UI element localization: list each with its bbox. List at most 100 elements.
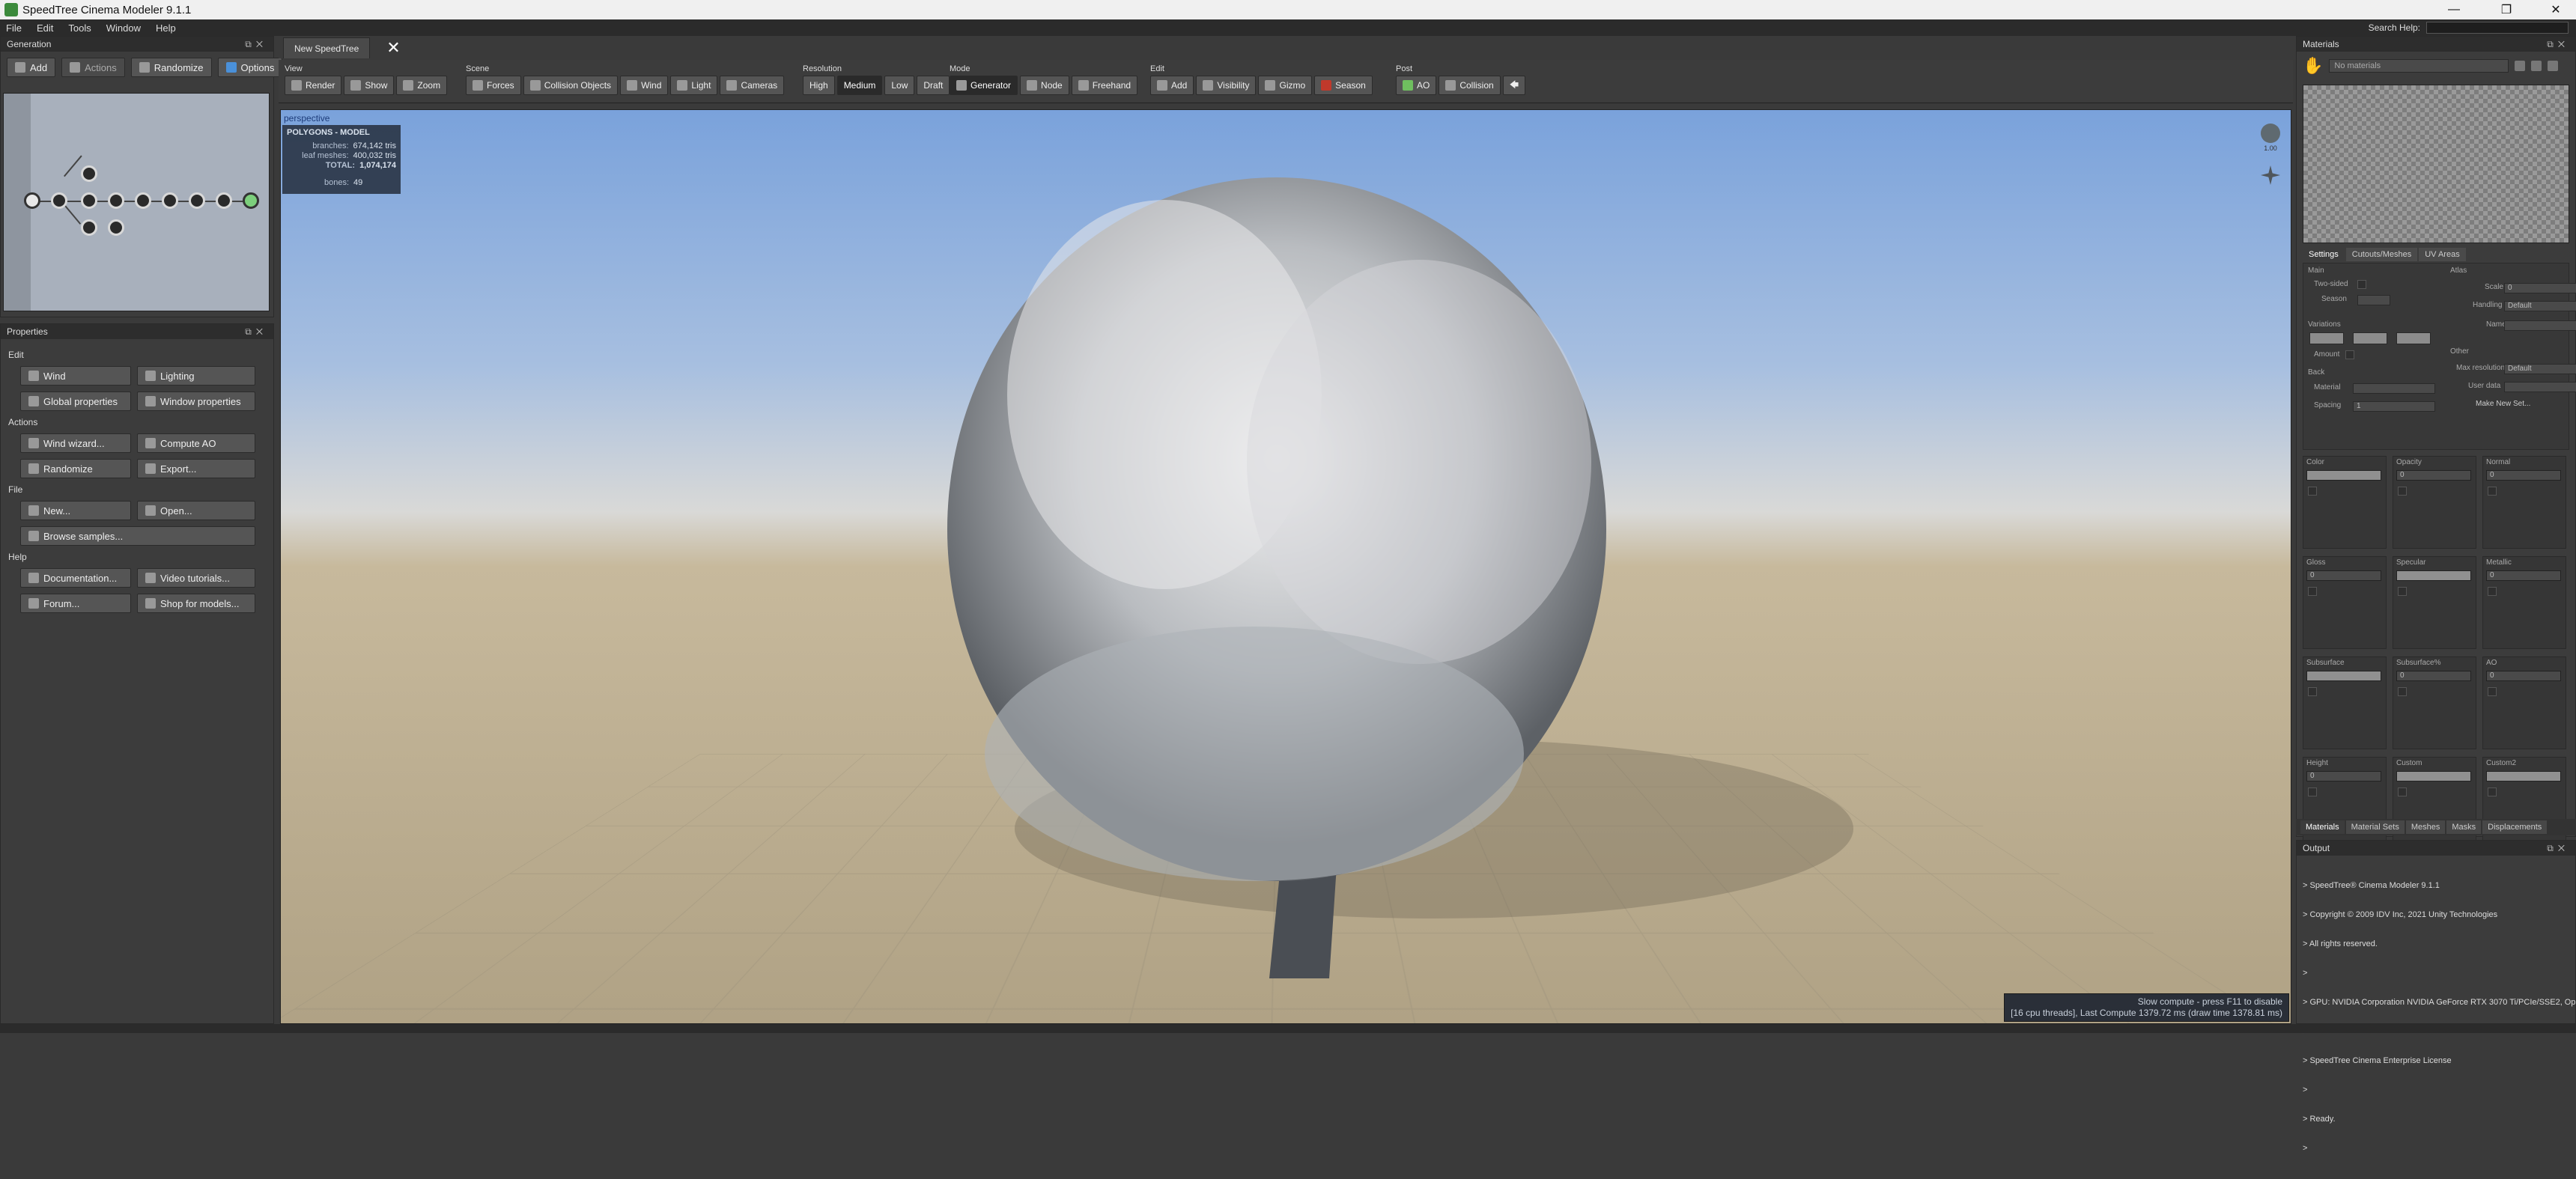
graph-node[interactable] — [81, 192, 97, 209]
post-collision-button[interactable]: Collision — [1439, 76, 1500, 95]
subsurface-swatch[interactable] — [2306, 671, 2381, 681]
amount-checkbox[interactable] — [2345, 350, 2354, 359]
slot-height[interactable]: Height 0 — [2303, 757, 2387, 850]
slot-checkbox[interactable] — [2308, 587, 2317, 596]
export-button[interactable]: Export... — [137, 459, 255, 478]
season-field[interactable] — [2357, 295, 2390, 305]
zoom-button[interactable]: Zoom — [396, 76, 447, 95]
tab-settings[interactable]: Settings — [2303, 248, 2345, 261]
tab-displacements[interactable]: Displacements — [2482, 820, 2547, 834]
gizmo-button[interactable]: Gizmo — [1258, 76, 1312, 95]
specular-swatch[interactable] — [2396, 570, 2471, 581]
graph-node[interactable] — [162, 192, 178, 209]
video-tutorials-button[interactable]: Video tutorials... — [137, 568, 255, 588]
resolution-draft-button[interactable]: Draft — [917, 76, 950, 95]
handling-select[interactable]: Default — [2504, 301, 2576, 311]
output-log[interactable]: > SpeedTree® Cinema Modeler 9.1.1 > Copy… — [2297, 856, 2575, 1179]
name-field[interactable] — [2504, 320, 2576, 331]
graph-node[interactable] — [135, 192, 151, 209]
panel-float-close-icon[interactable]: ⧉✕ — [245, 326, 267, 338]
lighting-button[interactable]: Lighting — [137, 366, 255, 386]
hand-tool-icon[interactable]: ✋ — [2303, 56, 2323, 76]
color-swatch[interactable] — [2306, 470, 2381, 481]
tab-materials[interactable]: Materials — [2300, 820, 2345, 834]
slot-gloss[interactable]: Gloss 0 — [2303, 556, 2387, 649]
render-button[interactable]: Render — [285, 76, 341, 95]
minimize-icon[interactable]: — — [2437, 0, 2471, 19]
slot-checkbox[interactable] — [2308, 787, 2317, 796]
two-sided-checkbox[interactable] — [2357, 280, 2366, 289]
randomize-action-button[interactable]: Randomize — [20, 459, 131, 478]
generator-mode-button[interactable]: Generator — [950, 76, 1018, 95]
graph-node[interactable] — [189, 192, 205, 209]
slot-subsurface[interactable]: Subsurface — [2303, 656, 2387, 749]
spacing-field[interactable]: 1 — [2353, 401, 2435, 412]
slot-checkbox[interactable] — [2488, 587, 2497, 596]
generator-graph[interactable] — [3, 93, 270, 311]
tab-material-sets[interactable]: Material Sets — [2346, 820, 2405, 834]
actions-button[interactable]: Actions — [61, 58, 125, 77]
randomize-button[interactable]: Randomize — [131, 58, 212, 77]
graph-node[interactable] — [108, 192, 124, 209]
graph-node[interactable] — [108, 219, 124, 236]
wind-button[interactable]: Wind — [20, 366, 131, 386]
resolution-medium-button[interactable]: Medium — [837, 76, 883, 95]
season-button[interactable]: Season — [1314, 76, 1373, 95]
slot-specular[interactable]: Specular — [2393, 556, 2476, 649]
orbit-icon[interactable] — [2261, 124, 2280, 143]
graph-node-root[interactable] — [24, 192, 40, 209]
slot-checkbox[interactable] — [2308, 687, 2317, 696]
tab-meshes[interactable]: Meshes — [2406, 820, 2446, 834]
collision-objects-button[interactable]: Collision Objects — [523, 76, 618, 95]
panel-float-close-icon[interactable]: ⧉✕ — [2547, 39, 2569, 50]
open-button[interactable]: Open... — [137, 501, 255, 520]
slot-checkbox[interactable] — [2488, 787, 2497, 796]
add-material-icon[interactable] — [2531, 61, 2542, 71]
custom2-swatch[interactable] — [2486, 771, 2561, 782]
menu-window[interactable]: Window — [106, 22, 141, 34]
menu-help[interactable]: Help — [156, 22, 176, 34]
forum-button[interactable]: Forum... — [20, 594, 131, 613]
duplicate-material-icon[interactable] — [2515, 61, 2525, 71]
graph-node[interactable] — [81, 219, 97, 236]
documentation-button[interactable]: Documentation... — [20, 568, 131, 588]
compass-icon[interactable] — [2261, 165, 2280, 185]
variation-swatch-2[interactable] — [2353, 332, 2387, 344]
window-properties-button[interactable]: Window properties — [137, 392, 255, 411]
shop-button[interactable]: Shop for models... — [137, 594, 255, 613]
options-button[interactable]: Options — [218, 58, 283, 77]
tab-cutouts-meshes[interactable]: Cutouts/Meshes — [2346, 248, 2417, 261]
add-button[interactable]: Add — [7, 58, 55, 77]
resolution-low-button[interactable]: Low — [884, 76, 914, 95]
material-select[interactable]: No materials — [2329, 59, 2509, 73]
cameras-button[interactable]: Cameras — [720, 76, 784, 95]
resolution-high-button[interactable]: High — [803, 76, 835, 95]
slot-checkbox[interactable] — [2398, 687, 2407, 696]
show-button[interactable]: Show — [344, 76, 394, 95]
graph-node[interactable] — [216, 192, 232, 209]
slot-ao[interactable]: AO 0 — [2482, 656, 2566, 749]
delete-material-icon[interactable] — [2548, 61, 2558, 71]
slot-opacity[interactable]: Opacity 0 — [2393, 456, 2476, 549]
light-button[interactable]: Light — [670, 76, 717, 95]
slot-checkbox[interactable] — [2398, 487, 2407, 496]
slot-normal[interactable]: Normal 0 — [2482, 456, 2566, 549]
forces-button[interactable]: Forces — [466, 76, 521, 95]
graph-node[interactable] — [51, 192, 67, 209]
slot-checkbox[interactable] — [2488, 487, 2497, 496]
slot-checkbox[interactable] — [2308, 487, 2317, 496]
slot-metallic[interactable]: Metallic 0 — [2482, 556, 2566, 649]
graph-node-end[interactable] — [243, 192, 259, 209]
variation-swatch-3[interactable] — [2396, 332, 2431, 344]
compute-ao-button[interactable]: Compute AO — [137, 433, 255, 453]
make-new-set-button[interactable]: Make New Set... — [2476, 400, 2530, 408]
edit-add-button[interactable]: Add — [1150, 76, 1194, 95]
slot-custom[interactable]: Custom — [2393, 757, 2476, 850]
tab-uv-areas[interactable]: UV Areas — [2419, 248, 2465, 261]
3d-viewport[interactable]: perspective POLYGONS - MODEL branches: 67… — [280, 109, 2291, 1024]
node-mode-button[interactable]: Node — [1020, 76, 1069, 95]
visibility-button[interactable]: Visibility — [1196, 76, 1256, 95]
slot-checkbox[interactable] — [2398, 787, 2407, 796]
camera-label[interactable]: perspective — [284, 113, 329, 124]
max-resolution-select[interactable]: Default — [2504, 364, 2576, 374]
